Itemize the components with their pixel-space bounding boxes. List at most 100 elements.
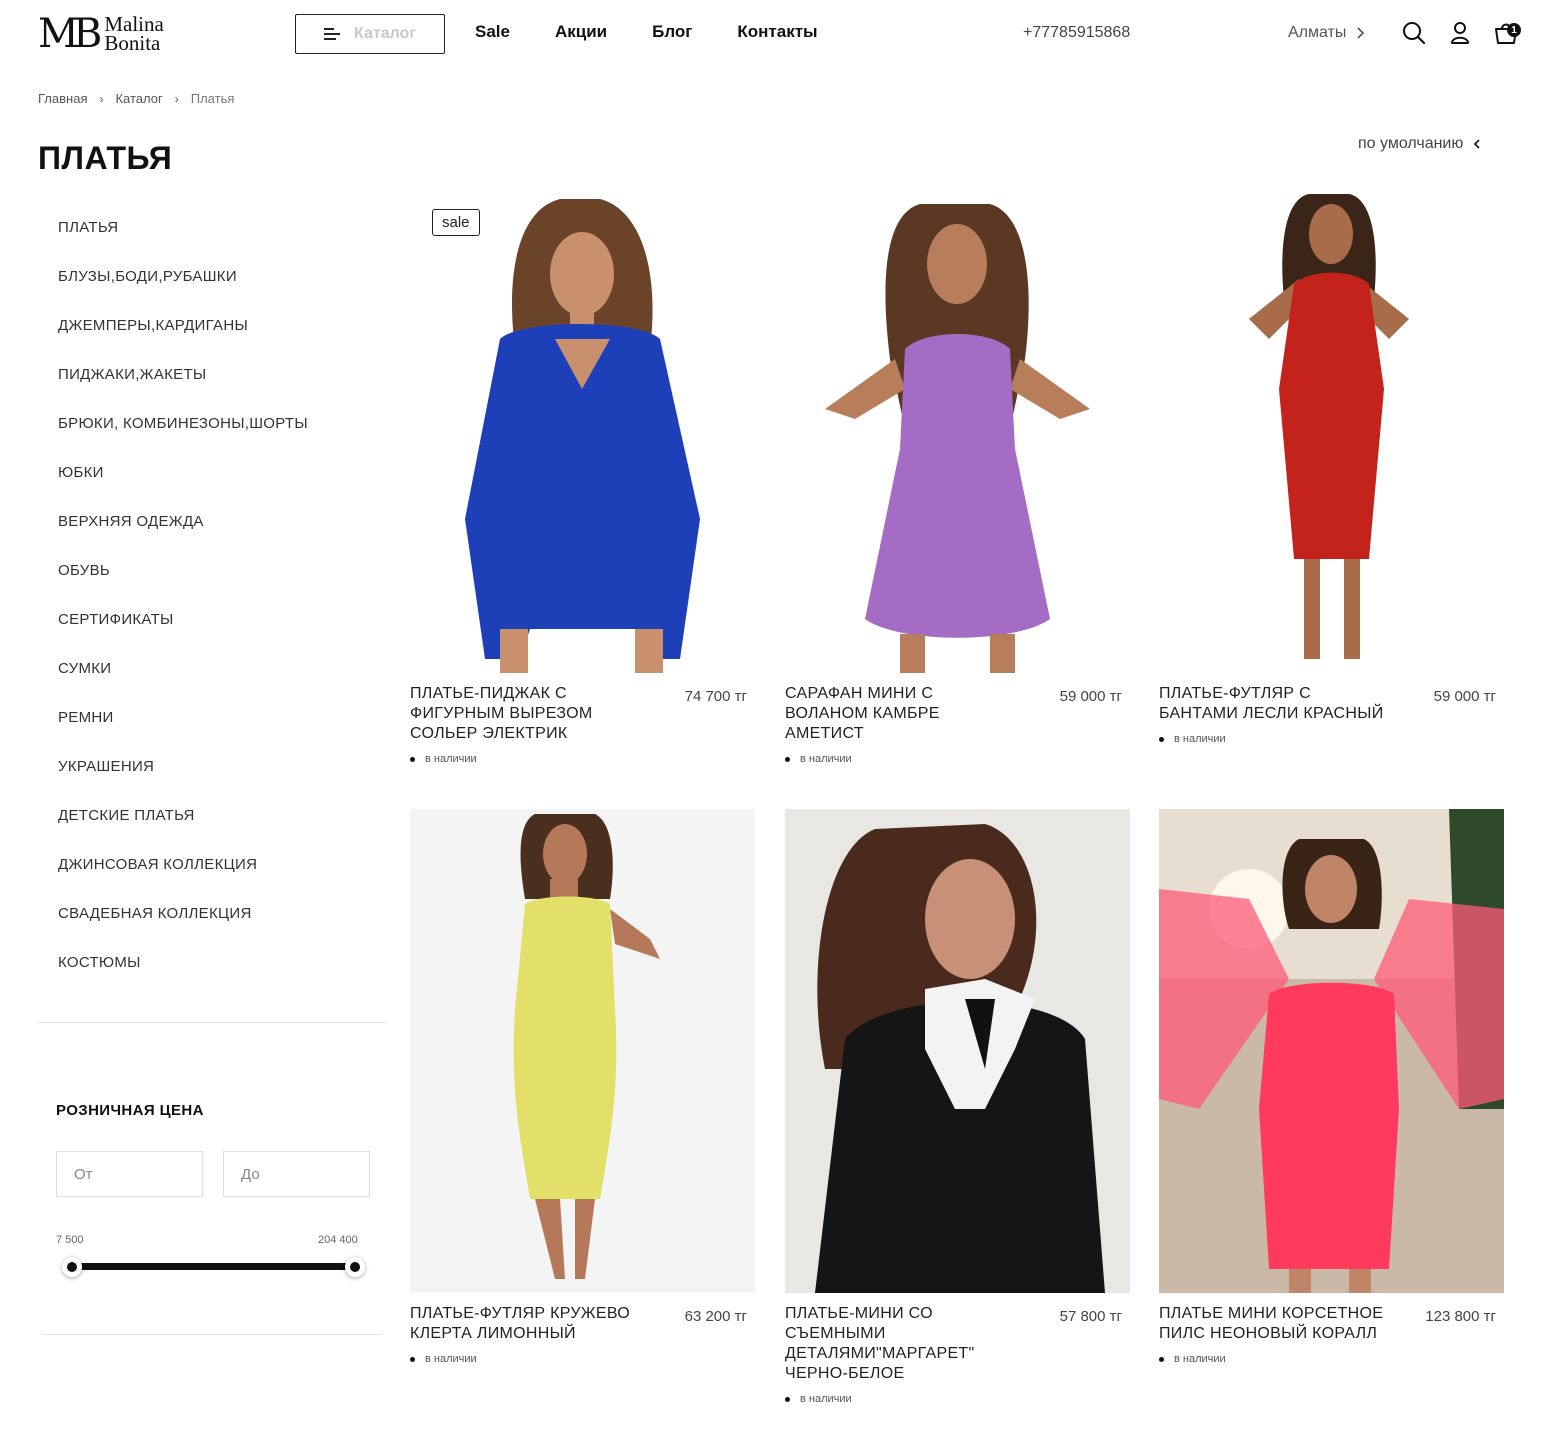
- product-card[interactable]: ПЛАТЬЕ-ФУТЛЯР С БАНТАМИ ЛЕСЛИ КРАСНЫЙ 59…: [1159, 189, 1504, 745]
- product-image[interactable]: sale: [410, 189, 755, 673]
- site-header: MB Malina Bonita Каталог Sale Акции Блог…: [0, 0, 1544, 68]
- stock-dot-icon: [785, 1396, 790, 1402]
- product-image[interactable]: [1159, 189, 1504, 673]
- sidebar-divider: [42, 1334, 382, 1335]
- stock-label: в наличии: [800, 753, 852, 765]
- search-icon[interactable]: [1401, 20, 1427, 46]
- breadcrumb-current: Платья: [190, 91, 235, 106]
- stock-label: в наличии: [800, 1393, 852, 1405]
- sale-badge: sale: [432, 209, 480, 236]
- price-min-label: 7 500: [56, 1234, 84, 1246]
- product-price: 57 800 тг: [1059, 1308, 1122, 1325]
- category-item[interactable]: ДЕТСКИЕ ПЛАТЬЯ: [58, 806, 308, 855]
- category-item[interactable]: СУМКИ: [58, 659, 308, 708]
- category-item[interactable]: УКРАШЕНИЯ: [58, 757, 308, 806]
- sidebar-divider: [38, 1022, 386, 1023]
- logo-text: Malina Bonita: [104, 14, 163, 55]
- category-list: ПЛАТЬЯ БЛУЗЫ,БОДИ,РУБАШКИ ДЖЕМПЕРЫ,КАРДИ…: [58, 218, 308, 1002]
- site-logo[interactable]: MB Malina Bonita: [38, 12, 198, 56]
- menu-icon: [324, 27, 340, 41]
- category-item[interactable]: БЛУЗЫ,БОДИ,РУБАШКИ: [58, 267, 308, 316]
- breadcrumb-catalog[interactable]: Каталог: [115, 91, 162, 106]
- product-price: 63 200 тг: [684, 1308, 747, 1325]
- category-item[interactable]: КОСТЮМЫ: [58, 953, 308, 1002]
- catalog-button[interactable]: Каталог: [295, 14, 445, 54]
- sort-label: по умолчанию: [1358, 135, 1464, 152]
- product-image[interactable]: [785, 809, 1130, 1293]
- nav-contacts[interactable]: Контакты: [737, 22, 817, 42]
- stock-label: в наличии: [1174, 1353, 1226, 1365]
- nav-sale[interactable]: Sale: [475, 22, 510, 42]
- category-item[interactable]: ДЖИНСОВАЯ КОЛЛЕКЦИЯ: [58, 855, 308, 904]
- product-image[interactable]: [410, 809, 755, 1293]
- stock-status: в наличии: [785, 753, 852, 765]
- cart-button[interactable]: 1: [1493, 20, 1521, 46]
- city-selector[interactable]: Алматы: [1288, 24, 1365, 42]
- product-image[interactable]: [785, 189, 1130, 673]
- product-card[interactable]: ПЛАТЬЕ-ФУТЛЯР КРУЖЕВО КЛЕРТА ЛИМОННЫЙ 63…: [410, 809, 755, 1365]
- product-price: 59 000 тг: [1433, 688, 1496, 705]
- category-item[interactable]: ВЕРХНЯЯ ОДЕЖДА: [58, 512, 308, 561]
- stock-status: в наличии: [1159, 733, 1226, 745]
- category-item[interactable]: СЕРТИФИКАТЫ: [58, 610, 308, 659]
- category-item[interactable]: СВАДЕБНАЯ КОЛЛЕКЦИЯ: [58, 904, 308, 953]
- stock-status: в наличии: [410, 753, 477, 765]
- product-name[interactable]: ПЛАТЬЕ-МИНИ СО СЪЕМНЫМИ ДЕТАЛЯМИ"МАРГАРЕ…: [785, 1304, 1020, 1384]
- price-max-label: 204 400: [318, 1234, 358, 1246]
- stock-dot-icon: [785, 756, 790, 762]
- product-card[interactable]: sale ПЛАТЬЕ-ПИДЖАК С ФИГУРНЫМ ВЫРЕЗОМ СО…: [410, 189, 755, 765]
- category-item[interactable]: ОБУВЬ: [58, 561, 308, 610]
- product-name[interactable]: САРАФАН МИНИ С ВОЛАНОМ КАМБРЕ АМЕТИСТ: [785, 684, 1020, 744]
- stock-label: в наличии: [425, 1353, 477, 1365]
- stock-label: в наличии: [425, 753, 477, 765]
- product-image[interactable]: [1159, 809, 1504, 1293]
- logo-mark: MB: [38, 11, 102, 57]
- product-name[interactable]: ПЛАТЬЕ-ФУТЛЯР С БАНТАМИ ЛЕСЛИ КРАСНЫЙ: [1159, 684, 1394, 724]
- category-item[interactable]: ДЖЕМПЕРЫ,КАРДИГАНЫ: [58, 316, 308, 365]
- nav-promotions[interactable]: Акции: [555, 22, 607, 42]
- category-item[interactable]: ПИДЖАКИ,ЖАКЕТЫ: [58, 365, 308, 414]
- phone-link[interactable]: +77785915868: [1023, 24, 1130, 42]
- sort-dropdown[interactable]: по умолчанию: [1358, 135, 1481, 153]
- stock-dot-icon: [1159, 736, 1164, 742]
- chevron-right-icon: [1357, 27, 1365, 39]
- price-range-min-handle[interactable]: [62, 1257, 82, 1277]
- breadcrumb: Главная › Каталог › Платья: [38, 91, 234, 106]
- main-nav: Sale Акции Блог Контакты: [475, 22, 863, 42]
- product-name[interactable]: ПЛАТЬЕ МИНИ КОРСЕТНОЕ ПИЛС НЕОНОВЫЙ КОРА…: [1159, 1304, 1394, 1344]
- price-to-input[interactable]: [223, 1151, 370, 1197]
- product-card[interactable]: САРАФАН МИНИ С ВОЛАНОМ КАМБРЕ АМЕТИСТ 59…: [785, 189, 1130, 765]
- product-price: 74 700 тг: [684, 688, 747, 705]
- category-item[interactable]: БРЮКИ, КОМБИНЕЗОНЫ,ШОРТЫ: [58, 414, 308, 463]
- product-name[interactable]: ПЛАТЬЕ-ПИДЖАК С ФИГУРНЫМ ВЫРЕЗОМ СОЛЬЕР …: [410, 684, 645, 744]
- category-item[interactable]: ЮБКИ: [58, 463, 308, 512]
- stock-status: в наличии: [785, 1393, 852, 1405]
- breadcrumb-home[interactable]: Главная: [38, 91, 87, 106]
- cart-count-badge: 1: [1507, 23, 1521, 37]
- price-range-max-handle[interactable]: [345, 1257, 365, 1277]
- product-card[interactable]: ПЛАТЬЕ МИНИ КОРСЕТНОЕ ПИЛС НЕОНОВЫЙ КОРА…: [1159, 809, 1504, 1365]
- chevron-left-icon: [1474, 139, 1481, 149]
- stock-dot-icon: [1159, 1356, 1164, 1362]
- product-price: 123 800 тг: [1425, 1308, 1496, 1325]
- category-item[interactable]: ПЛАТЬЯ: [58, 218, 308, 267]
- stock-status: в наличии: [1159, 1353, 1226, 1365]
- product-card[interactable]: ПЛАТЬЕ-МИНИ СО СЪЕМНЫМИ ДЕТАЛЯМИ"МАРГАРЕ…: [785, 809, 1130, 1405]
- user-icon[interactable]: [1447, 20, 1473, 46]
- product-price: 59 000 тг: [1059, 688, 1122, 705]
- stock-label: в наличии: [1174, 733, 1226, 745]
- product-name[interactable]: ПЛАТЬЕ-ФУТЛЯР КРУЖЕВО КЛЕРТА ЛИМОННЫЙ: [410, 1304, 645, 1344]
- breadcrumb-separator: ›: [174, 91, 179, 106]
- nav-blog[interactable]: Блог: [652, 22, 692, 42]
- stock-status: в наличии: [410, 1353, 477, 1365]
- stock-dot-icon: [410, 756, 415, 762]
- price-range-track[interactable]: [72, 1263, 355, 1270]
- city-label: Алматы: [1288, 24, 1347, 41]
- category-item[interactable]: РЕМНИ: [58, 708, 308, 757]
- price-from-input[interactable]: [56, 1151, 203, 1197]
- breadcrumb-separator: ›: [99, 91, 104, 106]
- stock-dot-icon: [410, 1356, 415, 1362]
- catalog-button-label: Каталог: [354, 25, 416, 42]
- page-title: ПЛАТЬЯ: [38, 140, 173, 176]
- logo-line-2: Bonita: [104, 31, 161, 55]
